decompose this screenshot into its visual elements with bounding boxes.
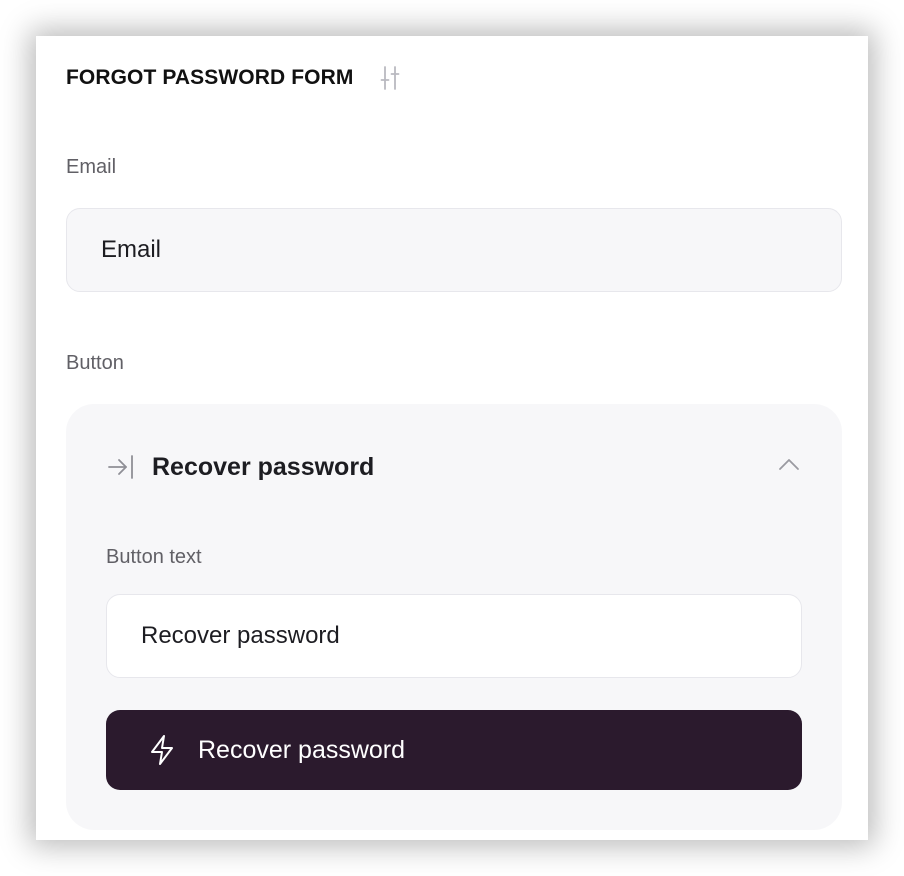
panel-header: FORGOT PASSWORD FORM: [66, 63, 401, 93]
button-group-header[interactable]: Recover password: [106, 450, 374, 484]
recover-password-button-label: Recover password: [198, 735, 406, 764]
button-text-field[interactable]: Recover password: [106, 594, 802, 678]
chevron-up-icon[interactable]: [776, 452, 802, 478]
recover-password-button[interactable]: Recover password: [106, 710, 802, 790]
button-settings-group: Recover password Button text Recover pas…: [66, 404, 842, 830]
email-field[interactable]: Email: [66, 208, 842, 292]
sliders-icon[interactable]: [379, 65, 401, 91]
arrow-right-to-line-icon: [108, 455, 133, 479]
button-text-label: Button text: [106, 546, 202, 568]
button-group-title: Recover password: [152, 452, 375, 481]
panel-title: FORGOT PASSWORD FORM: [66, 66, 354, 89]
email-label: Email: [66, 156, 117, 178]
forgot-password-form-panel: FORGOT PASSWORD FORM Email Email Button …: [36, 36, 868, 840]
lightning-icon: [151, 735, 173, 765]
button-section-label: Button: [66, 352, 124, 374]
